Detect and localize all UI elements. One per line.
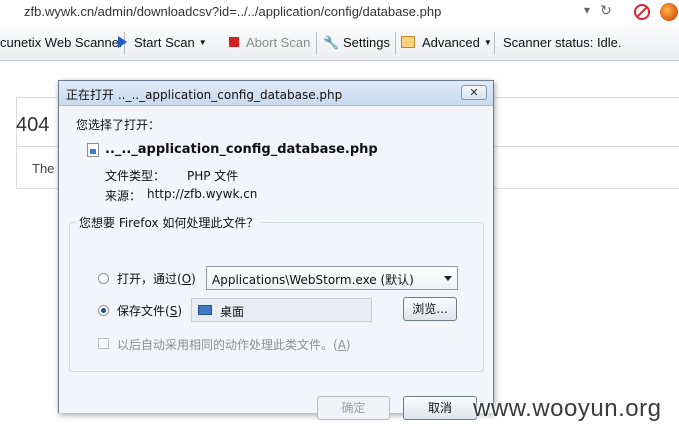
save-file-radio[interactable] bbox=[98, 305, 109, 316]
open-with-accesskey: O bbox=[181, 272, 192, 286]
save-file-text: 保存文件 bbox=[117, 304, 166, 318]
page-text: The bbox=[32, 161, 55, 176]
toolbar-divider bbox=[316, 32, 317, 54]
wrench-icon: 🔧 bbox=[323, 35, 340, 50]
download-dialog: 正在打开 .._.._application_config_database.p… bbox=[58, 80, 494, 420]
start-scan-button[interactable]: Start Scan ▼ bbox=[118, 35, 207, 50]
file-type-value: PHP 文件 bbox=[187, 169, 239, 183]
chevron-down-icon bbox=[444, 276, 452, 281]
cancel-button[interactable]: 取消 bbox=[403, 396, 477, 420]
close-button[interactable]: ✕ bbox=[461, 85, 487, 100]
file-type-label: 文件类型： bbox=[105, 169, 166, 183]
toolbar-divider bbox=[395, 32, 396, 54]
remember-checkbox[interactable] bbox=[98, 338, 109, 349]
settings-button[interactable]: 🔧 Settings bbox=[323, 35, 390, 50]
open-with-label[interactable]: 打开，通过(O) bbox=[117, 270, 196, 287]
source-label: 来源： bbox=[105, 189, 142, 203]
acunetix-toolbar: cunetix Web Scanner Start Scan ▼ Abort Sc… bbox=[0, 26, 679, 61]
page-heading: 404 bbox=[16, 114, 50, 136]
toolbar-divider bbox=[494, 32, 495, 54]
firefox-icon[interactable] bbox=[660, 3, 678, 21]
scanner-status: Scanner status: Idle. bbox=[503, 35, 622, 50]
browse-button[interactable]: 浏览... bbox=[403, 297, 457, 321]
save-folder-field: 桌面 bbox=[191, 298, 372, 322]
remember-text: 以后自动采用相同的动作处理此类文件。 bbox=[117, 338, 334, 352]
toolbar-brand: cunetix Web Scanner bbox=[0, 35, 124, 50]
save-file-label[interactable]: 保存文件(S) bbox=[117, 302, 182, 319]
dialog-title: 正在打开 .._.._application_config_database.p… bbox=[66, 88, 343, 102]
open-with-app-select[interactable]: Applications\WebStorm.exe (默认) bbox=[206, 266, 458, 290]
advanced-icon bbox=[401, 36, 415, 48]
advanced-button[interactable]: Advanced ▼ bbox=[401, 35, 492, 50]
remember-label[interactable]: 以后自动采用相同的动作处理此类文件。(A) bbox=[117, 336, 351, 353]
chevron-down-icon[interactable]: ▾ bbox=[580, 3, 594, 21]
abort-scan-button[interactable]: Abort Scan bbox=[229, 35, 311, 50]
ok-button[interactable]: 确定 bbox=[317, 396, 390, 420]
reload-icon[interactable]: ↻ bbox=[598, 3, 614, 21]
advanced-label: Advanced bbox=[422, 35, 480, 50]
desktop-icon bbox=[198, 305, 212, 315]
save-file-accesskey: S bbox=[169, 304, 178, 318]
start-scan-label: Start Scan bbox=[134, 35, 195, 50]
dialog-titlebar[interactable]: 正在打开 .._.._application_config_database.p… bbox=[59, 81, 493, 106]
url-text[interactable]: zfb.wywk.cn/admin/downloadcsv?id=../../a… bbox=[24, 4, 441, 19]
abort-scan-label: Abort Scan bbox=[246, 35, 311, 50]
open-with-app-value: Applications\WebStorm.exe (默认) bbox=[212, 273, 414, 287]
dropdown-caret-icon: ▼ bbox=[198, 38, 207, 47]
watermark: www.wooyun.org bbox=[473, 395, 662, 422]
save-folder-name: 桌面 bbox=[220, 305, 245, 319]
address-bar[interactable]: zfb.wywk.cn/admin/downloadcsv?id=../../a… bbox=[0, 0, 679, 27]
php-file-icon bbox=[87, 143, 99, 157]
play-icon bbox=[118, 36, 127, 48]
dropdown-caret-icon: ▼ bbox=[483, 38, 492, 47]
dialog-prompt: 您选择了打开： bbox=[76, 118, 161, 132]
dialog-body: 您选择了打开： .._.._application_config_databas… bbox=[59, 106, 493, 420]
block-addon-icon[interactable] bbox=[634, 4, 650, 20]
stop-icon bbox=[229, 37, 239, 47]
remember-accesskey: A bbox=[337, 338, 346, 352]
source-value: http://zfb.wywk.cn bbox=[147, 187, 258, 201]
settings-label: Settings bbox=[343, 35, 390, 50]
open-with-text: 打开，通过 bbox=[117, 272, 178, 286]
action-question: 您想要 Firefox 如何处理此文件？ bbox=[76, 214, 262, 231]
open-with-radio[interactable] bbox=[98, 273, 109, 284]
file-name: .._.._application_config_database.php bbox=[105, 142, 378, 157]
